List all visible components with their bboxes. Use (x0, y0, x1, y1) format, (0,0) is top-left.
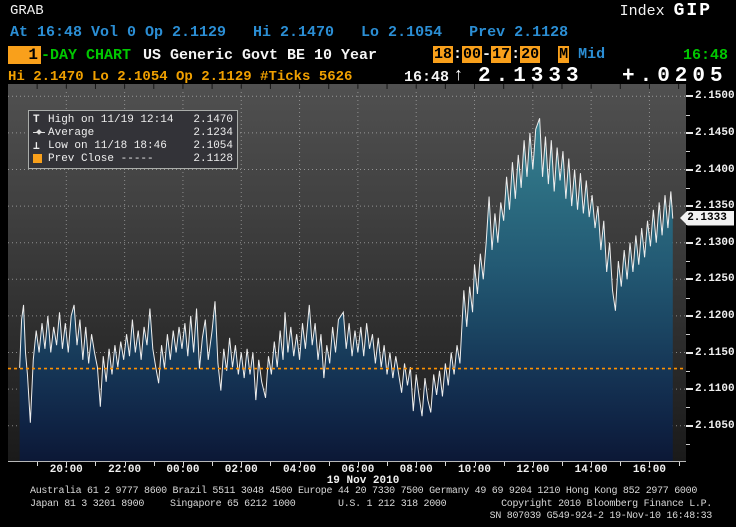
time-axis-label: 00:00 (166, 464, 200, 476)
time-axis-label: 12:00 (516, 464, 550, 476)
price-axis-tick (686, 278, 693, 281)
footer-singapore: Singapore 65 6212 1000 (170, 499, 296, 510)
legend-row-average: Average 2.1234 (33, 126, 233, 139)
time-axis-tick (270, 462, 272, 466)
legend-row-low: ⊥ Low on 11/18 18:46 2.1054 (33, 139, 233, 153)
price-axis-minor-tick (686, 151, 690, 153)
price-axis-tick (686, 314, 693, 317)
period-field[interactable]: 1 (8, 46, 41, 64)
price-axis-minor-tick (686, 334, 690, 336)
legend-row-prev-close: Prev Close ----- 2.1128 (33, 152, 233, 165)
price-axis-label: 2.1350 (695, 200, 735, 213)
index-label: Index (619, 3, 665, 20)
time-axis-label: 20:00 (49, 464, 83, 476)
low-marker-icon: ⊥ (33, 140, 40, 153)
time-axis-tick (153, 462, 155, 466)
price-axis-tick (686, 168, 693, 171)
quote-summary-line: At 16:48 Vol 0 Op 2.1129 Hi 2.1470 Lo 2.… (10, 24, 569, 41)
session-start-hour-field[interactable]: 18 (433, 46, 454, 63)
time-axis-tick (95, 462, 97, 466)
high-marker-icon: T (33, 113, 40, 126)
price-axis-tick (686, 424, 693, 427)
time-axis-tick (445, 462, 447, 466)
price-axis-label: 2.1400 (695, 163, 735, 176)
time-axis: 19 Nov 2010 20:00 22:00 00:00 02:00 04:00 06:… (0, 461, 736, 487)
price-axis-tick (686, 205, 693, 208)
footer-copyright: Copyright 2010 Bloomberg Finance L.P. (501, 499, 712, 510)
price-axis-minor-tick (686, 261, 690, 262)
price-axis-tick (686, 241, 693, 244)
price-axis-label: 2.1200 (695, 309, 735, 322)
market-flag-field[interactable]: M (558, 46, 570, 63)
price-axis-label: 2.1150 (695, 346, 735, 359)
session-start-min-field[interactable]: 00 (462, 46, 483, 63)
hi-lo-op-ticks-summary: Hi 2.1470 Lo 2.1054 Op 2.1129 #Ticks 562… (8, 69, 353, 85)
security-title: US Generic Govt BE 10 Year (143, 47, 378, 64)
time-axis-tick (503, 462, 505, 466)
time-axis-label: 06:00 (341, 464, 375, 476)
time-axis-tick (328, 462, 330, 466)
footer-japan: Japan 81 3 3201 8900 (30, 499, 145, 510)
price-axis-minor-tick (686, 444, 690, 445)
price-axis-minor-tick (686, 114, 690, 116)
price-chart-plot-area[interactable]: T High on 11/19 12:14 2.1470 Average 2.1… (8, 84, 686, 461)
last-price-tag: 2.1333 (680, 210, 734, 226)
time-axis-label: 02:00 (224, 464, 258, 476)
time-axis-label: 14:00 (574, 464, 608, 476)
session-end-hour-field[interactable]: 17 (491, 46, 512, 63)
price-axis-minor-tick (686, 407, 690, 409)
price-axis-label: 2.1250 (695, 273, 735, 286)
footer-us: U.S. 1 212 318 2000 (338, 499, 447, 510)
time-axis-label: 22:00 (108, 464, 142, 476)
up-arrow-icon: ↑ (453, 66, 464, 86)
time-axis-label: 04:00 (283, 464, 317, 476)
price-axis-minor-tick (686, 187, 690, 189)
time-axis-tick (37, 462, 39, 466)
period-suffix-label: -DAY CHART (41, 47, 132, 64)
session-range: 18:00-17:20 M Mid (433, 46, 606, 63)
price-axis-tick (686, 388, 693, 391)
function-code: GIP (673, 1, 712, 21)
time-axis-tick (561, 462, 563, 466)
price-axis-label: 2.1100 (695, 383, 735, 396)
price-axis-label: 2.1050 (695, 419, 735, 432)
price-axis-minor-tick (686, 370, 690, 372)
price-type-label[interactable]: Mid (578, 46, 605, 63)
bloomberg-terminal-screen: GRAB Index GIP At 16:48 Vol 0 Op 2.1129 … (0, 0, 736, 527)
time-axis-label: 08:00 (399, 464, 433, 476)
footer-contacts-line1: Australia 61 2 9777 8600 Brazil 5511 304… (30, 486, 698, 497)
prev-close-marker-icon (33, 154, 48, 163)
grab-label: GRAB (10, 3, 44, 19)
session-end-min-field[interactable]: 20 (520, 46, 541, 63)
time-axis-label: 10:00 (457, 464, 491, 476)
chart-legend: T High on 11/19 12:14 2.1470 Average 2.1… (28, 110, 238, 169)
legend-row-high: T High on 11/19 12:14 2.1470 (33, 113, 233, 126)
terminal-clock: 16:48 (682, 47, 728, 64)
price-axis-label: 2.1500 (695, 90, 735, 103)
price-axis-minor-tick (686, 297, 690, 299)
price-axis-label: 2.1450 (695, 126, 735, 139)
chart-toolbar: 1 -DAY CHART US Generic Govt BE 10 Year … (0, 46, 736, 66)
index-function: Index GIP (620, 1, 712, 21)
price-axis-tick (686, 95, 693, 98)
price-axis: 2.1500 2.1450 2.1400 2.1350 2.1300 2.1250 2.12… (680, 84, 736, 461)
time-axis-label: 16:00 (632, 464, 666, 476)
time-axis-tick (212, 462, 214, 466)
footer-serial: SN 807039 G549-924-2 19-Nov-10 16:48:33 (489, 511, 713, 522)
average-marker-icon (33, 132, 48, 133)
price-axis-tick (686, 131, 693, 134)
time-axis-tick (678, 462, 680, 466)
price-axis-tick (686, 351, 693, 354)
time-axis-tick (387, 462, 389, 466)
time-axis-tick (620, 462, 622, 466)
price-axis-label: 2.1300 (695, 236, 735, 249)
time-axis-line (8, 461, 686, 462)
